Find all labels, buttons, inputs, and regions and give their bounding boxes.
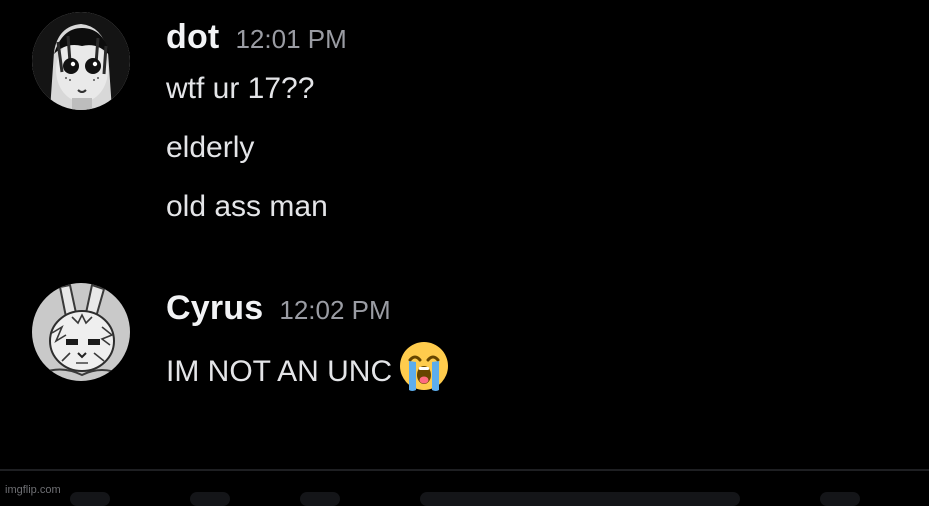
username[interactable]: Cyrus	[166, 289, 263, 327]
toolbar-button[interactable]	[70, 492, 110, 506]
message-text[interactable]: IM NOT AN UNC	[166, 340, 450, 403]
sketchy-bunny-avatar-icon[interactable]	[32, 283, 130, 381]
watermark: imgflip.com	[5, 484, 61, 496]
message-text-content: IM NOT AN UNC	[166, 354, 393, 388]
message-text[interactable]: old ass man	[166, 190, 328, 224]
dark-hair-girl-avatar-icon[interactable]	[32, 12, 130, 110]
loudly-crying-face-icon[interactable]	[398, 340, 450, 400]
username[interactable]: dot	[166, 18, 219, 56]
timestamp: 12:02 PM	[279, 295, 391, 325]
toolbar-button[interactable]	[190, 492, 230, 506]
message-text[interactable]: wtf ur 17??	[166, 72, 314, 106]
toolbar-button[interactable]	[820, 492, 860, 506]
message-input[interactable]	[420, 492, 740, 506]
timestamp: 12:01 PM	[235, 24, 347, 54]
message-header-cyrus: Cyrus 12:02 PM	[166, 289, 391, 328]
message-text[interactable]: elderly	[166, 131, 254, 165]
toolbar-button[interactable]	[300, 492, 340, 506]
message-header-dot: dot 12:01 PM	[166, 18, 347, 57]
